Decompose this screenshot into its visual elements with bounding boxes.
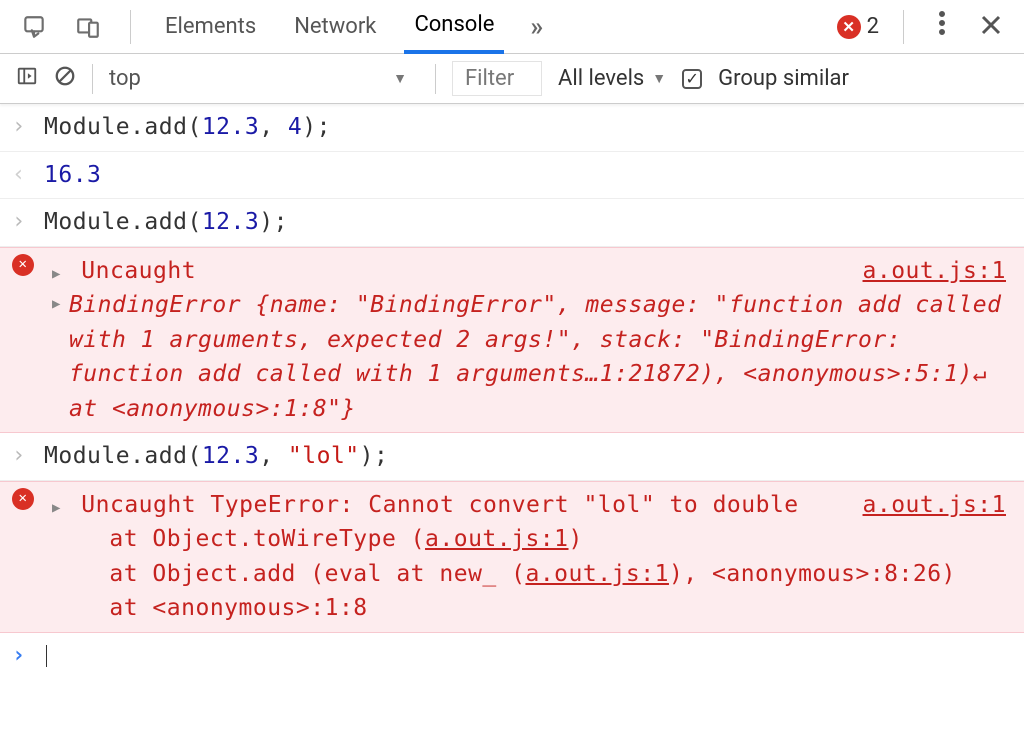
error-details: BindingError {name: "BindingError", mess… [69,288,1006,426]
error-source-link[interactable]: a.out.js:1 [843,488,1006,523]
error-title: Uncaught [81,258,196,284]
console-result-line: ‹ 16.3 [0,152,1024,200]
error-icon: ✕ [837,15,861,39]
console-prompt[interactable]: › [0,633,1024,680]
separator [92,64,93,94]
error-title: Uncaught TypeError: Cannot convert "lol"… [81,492,798,518]
levels-label: All levels [558,66,644,91]
tab-elements[interactable]: Elements [155,0,266,54]
error-icon: ✕ [12,488,34,510]
code: Module.add(12.3); [44,205,1006,240]
filter-input[interactable]: Filter [452,61,542,96]
chevron-down-icon: ▼ [652,70,666,87]
console-input-line: › Module.add(12.3, 4); [0,104,1024,152]
close-icon[interactable] [974,10,1008,43]
prompt-chevron-icon: › [12,639,44,672]
error-icon: ✕ [12,254,34,276]
error-source-link[interactable]: a.out.js:1 [843,254,1006,289]
chevron-down-icon: ▼ [393,70,407,87]
console-input-line: › Module.add(12.3); [0,199,1024,247]
tab-network[interactable]: Network [284,0,386,54]
error-count: 2 [867,14,879,39]
more-tabs-icon[interactable]: » [522,12,551,42]
console-error-line: ✕ ▶ Uncaught TypeError: Cannot convert "… [0,481,1024,633]
separator [903,10,904,44]
text-caret [46,645,47,667]
group-similar-label: Group similar [718,66,849,91]
expand-icon[interactable]: ▶ [52,288,69,315]
input-chevron-icon: › [12,205,44,238]
stack-source-link[interactable]: a.out.js:1 [525,561,668,587]
input-chevron-icon: › [12,110,44,143]
result-value: 16.3 [44,158,1006,193]
error-count-badge[interactable]: ✕ 2 [837,14,879,39]
tab-console[interactable]: Console [404,0,504,54]
expand-icon[interactable]: ▶ [52,260,67,282]
devtools-menu-icon[interactable] [928,10,956,43]
context-picker[interactable]: top ▼ [109,66,419,91]
toggle-device-icon[interactable] [70,9,106,45]
result-chevron-icon: ‹ [12,158,44,191]
stack-source-link[interactable]: a.out.js:1 [425,526,568,552]
code: Module.add(12.3, 4); [44,110,1006,145]
separator [435,64,436,94]
console-input-line: › Module.add(12.3, "lol"); [0,433,1024,481]
devtools-tabstrip: Elements Network Console » ✕ 2 [0,0,1024,54]
code: Module.add(12.3, "lol"); [44,439,1006,474]
context-label: top [109,66,141,91]
input-chevron-icon: › [12,439,44,472]
show-sidebar-icon[interactable] [16,65,38,93]
inspect-element-icon[interactable] [16,9,52,45]
clear-console-icon[interactable] [54,65,76,93]
levels-picker[interactable]: All levels ▼ [558,66,666,91]
console-toolbar: top ▼ Filter All levels ▼ ✓ Group simila… [0,54,1024,104]
error-stack: at Object.toWireType (a.out.js:1) at Obj… [52,522,1006,626]
separator [130,10,131,44]
console-output: › Module.add(12.3, 4); ‹ 16.3 › Module.a… [0,104,1024,679]
expand-icon[interactable]: ▶ [52,494,67,516]
group-similar-checkbox[interactable]: ✓ [682,69,702,89]
console-error-line: ✕ ▶ Uncaught a.out.js:1 ▶ BindingError {… [0,247,1024,434]
